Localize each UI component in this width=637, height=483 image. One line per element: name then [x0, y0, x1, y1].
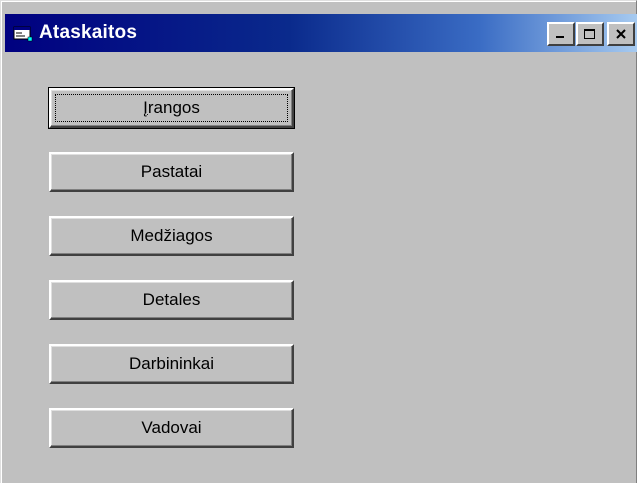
minimize-icon [556, 36, 564, 38]
pastatai-button[interactable]: Pastatai [49, 152, 294, 192]
report-window: Ataskaitos Įrangos Pastatai Medžiagos De… [0, 0, 637, 483]
medziagos-button-label: Medžiagos [130, 226, 213, 245]
client-area: Įrangos Pastatai Medžiagos Detales Darbi… [5, 52, 635, 483]
title-bar[interactable]: Ataskaitos [5, 14, 637, 52]
close-icon [616, 29, 626, 39]
darbininkai-button-label: Darbininkai [128, 354, 215, 373]
detales-button[interactable]: Detales [49, 280, 294, 320]
title-bar-buttons [546, 22, 635, 46]
window-title: Ataskaitos [39, 22, 138, 43]
irangos-button-label: Įrangos [143, 98, 200, 117]
maximize-button[interactable] [576, 22, 604, 46]
vadovai-button[interactable]: Vadovai [49, 408, 294, 448]
medziagos-button[interactable]: Medžiagos [49, 216, 294, 256]
irangos-button[interactable]: Įrangos [48, 87, 295, 129]
app-form-icon[interactable] [13, 24, 33, 42]
minimize-button[interactable] [547, 22, 575, 46]
vadovai-button-label: Vadovai [141, 418, 202, 437]
maximize-icon [584, 29, 595, 39]
pastatai-button-label: Pastatai [140, 162, 203, 181]
detales-button-label: Detales [142, 290, 201, 309]
close-button[interactable] [607, 22, 635, 46]
darbininkai-button[interactable]: Darbininkai [49, 344, 294, 384]
